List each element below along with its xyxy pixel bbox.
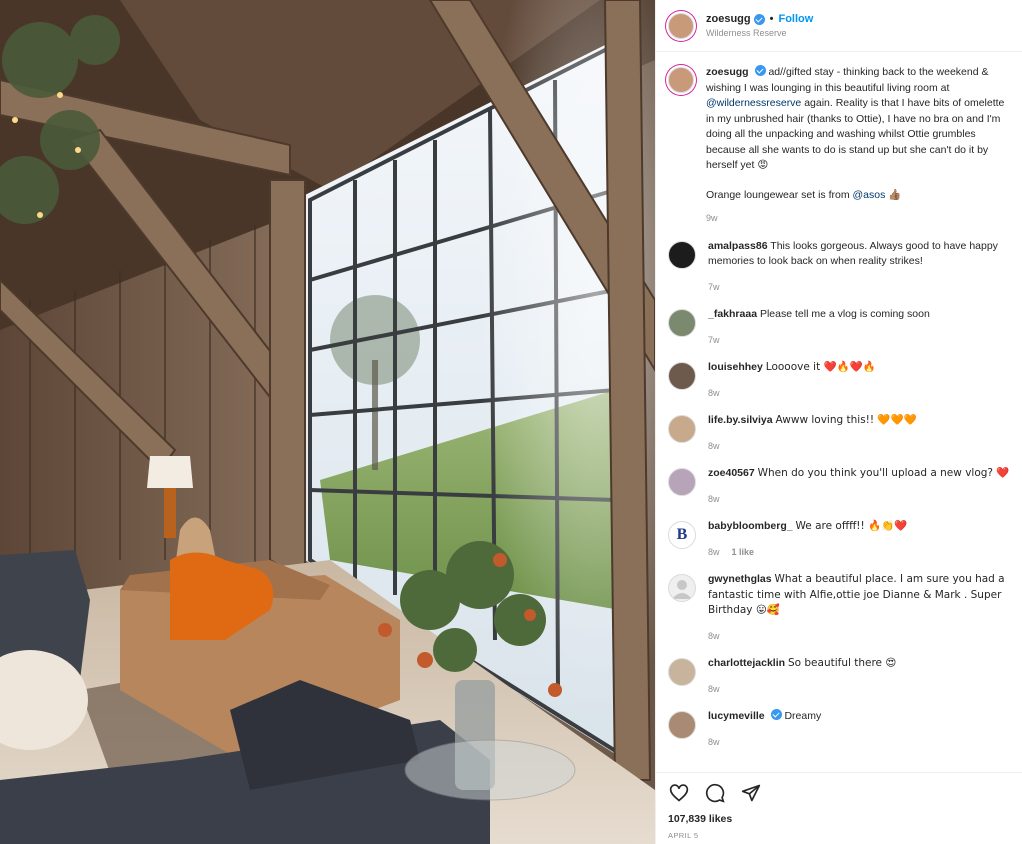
comment-username[interactable]: lucymeville — [708, 710, 765, 722]
comment-icon[interactable] — [704, 782, 726, 804]
verified-badge-icon — [753, 13, 765, 25]
mention-link[interactable]: @wildernessreserve — [706, 97, 801, 109]
heart-icon[interactable] — [668, 782, 690, 804]
comment-row: amalpass86 This looks gorgeous. Always g… — [668, 227, 1010, 296]
post-photo[interactable] — [0, 0, 655, 844]
comment-username[interactable]: zoe40567 — [708, 467, 755, 479]
comment-time[interactable]: 8w — [708, 682, 720, 698]
share-icon[interactable] — [740, 782, 762, 804]
emoji: 👍🏽 — [888, 188, 902, 201]
comment-username[interactable]: charlottejacklin — [708, 657, 785, 669]
verified-badge-icon — [770, 709, 782, 720]
comment-row: zoe40567 When do you think you'll upload… — [668, 454, 1010, 507]
comment-avatar[interactable]: B — [668, 521, 696, 549]
default-avatar-icon — [672, 580, 692, 599]
author-username[interactable]: zoesugg — [706, 13, 751, 25]
comment-text: When do you think you'll upload a new vl… — [757, 467, 1010, 479]
comment-username[interactable]: life.by.silviya — [708, 414, 773, 426]
living-room-photo — [0, 0, 655, 844]
comment-row: gwynethglas What a beautiful place. I am… — [668, 560, 1010, 644]
comment-username[interactable]: louisehhey — [708, 361, 763, 373]
comment-text: We are offff!! 🔥👏❤️ — [795, 520, 908, 532]
caption-time[interactable]: 9w — [706, 211, 718, 227]
comment-row: louisehhey Loooove it ❤️🔥❤️🔥 8w — [668, 348, 1010, 401]
post-location[interactable]: Wilderness Reserve — [706, 28, 813, 38]
comment-avatar[interactable] — [668, 574, 696, 602]
comment-row: lucymeville Dreamy 8w — [668, 697, 1010, 750]
comment-avatar[interactable] — [668, 468, 696, 496]
comment-username[interactable]: babybloomberg_ — [708, 520, 793, 532]
likes-count[interactable]: 107,839 likes — [668, 813, 1010, 825]
comment-time[interactable]: 8w — [708, 735, 720, 751]
emoji: 😡 — [757, 159, 769, 171]
verified-badge-icon — [754, 65, 766, 76]
avatar-letter: B — [676, 526, 688, 543]
post-header: zoesugg • Follow Wilderness Reserve — [656, 0, 1022, 52]
comment-text: Loooove it ❤️🔥❤️🔥 — [765, 361, 876, 373]
caption-text: ad//gifted stay - thinking back to the w… — [706, 66, 989, 94]
comment-time[interactable]: 8w — [708, 386, 720, 402]
comment-time[interactable]: 8w — [708, 545, 720, 561]
comments-list[interactable]: zoesugg ad//gifted stay - thinking back … — [656, 53, 1022, 772]
comment-username[interactable]: amalpass86 — [708, 240, 768, 252]
comment-avatar[interactable] — [668, 711, 696, 739]
comment-time[interactable]: 8w — [708, 439, 720, 455]
comment-row: life.by.silviya Awww loving this!! 🧡🧡🧡 8… — [668, 401, 1010, 454]
caption-username[interactable]: zoesugg — [706, 66, 749, 78]
comment-text: Awww loving this!! 🧡🧡🧡 — [775, 414, 917, 426]
comment-time[interactable]: 8w — [708, 629, 720, 645]
comment-time[interactable]: 7w — [708, 333, 720, 349]
comment-text: So beautiful there 😍 — [787, 657, 897, 669]
caption-avatar[interactable] — [668, 67, 694, 93]
comment-avatar[interactable] — [668, 415, 696, 443]
comment-time[interactable]: 7w — [708, 280, 720, 296]
comment-avatar[interactable] — [668, 309, 696, 337]
caption-text: Orange loungewear set is from — [706, 188, 853, 201]
caption-row: zoesugg ad//gifted stay - thinking back … — [668, 53, 1010, 227]
post-side-panel: zoesugg • Follow Wilderness Reserve zoes… — [655, 0, 1022, 844]
mention-link[interactable]: @asos — [853, 189, 886, 201]
comment-avatar[interactable] — [668, 658, 696, 686]
comment-likes[interactable]: 1 like — [732, 545, 755, 561]
comment-row: B babybloomberg_ We are offff!! 🔥👏❤️ 8w … — [668, 507, 1010, 560]
header-separator: • — [769, 13, 774, 25]
comment-text: Please tell me a vlog is coming soon — [759, 308, 930, 320]
author-avatar[interactable] — [668, 12, 694, 39]
comment-avatar[interactable] — [668, 240, 696, 269]
post-actions: 107,839 likes APRIL 5 — [656, 772, 1022, 844]
comment-avatar[interactable] — [668, 362, 696, 390]
comment-username[interactable]: gwynethglas — [708, 573, 772, 585]
comment-username[interactable]: _fakhraaa — [708, 308, 757, 320]
comment-row: _fakhraaa Please tell me a vlog is comin… — [668, 295, 1010, 348]
comment-row: charlottejacklin So beautiful there 😍 8w — [668, 644, 1010, 697]
comment-text: Dreamy — [784, 710, 822, 722]
comment-time[interactable]: 8w — [708, 492, 720, 508]
post-date: APRIL 5 — [668, 831, 699, 840]
follow-button[interactable]: Follow — [778, 13, 813, 25]
